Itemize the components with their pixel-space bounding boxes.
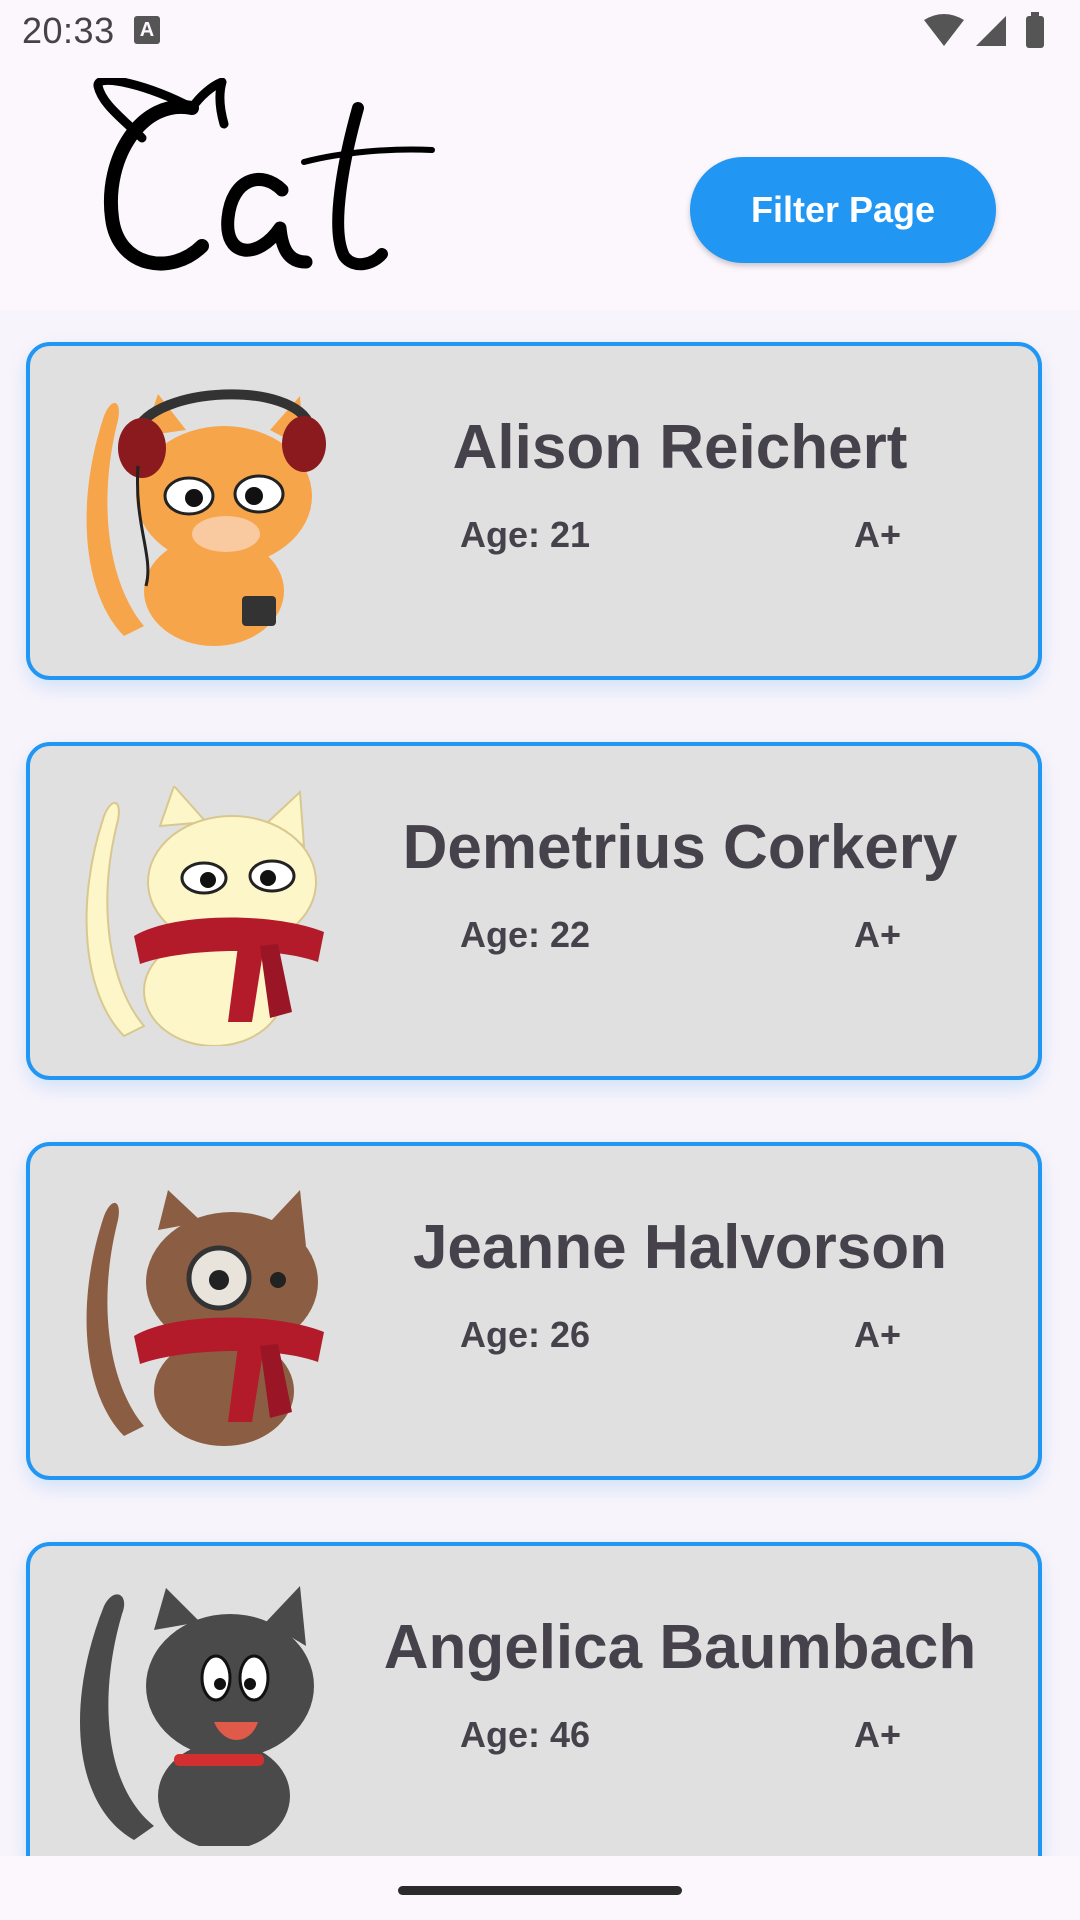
- cat-card[interactable]: Jeanne Halvorson Age: 26 A+: [26, 1142, 1042, 1480]
- list-item: Jeanne Halvorson Age: 26 A+: [0, 1110, 1080, 1510]
- cat-age: Age: 22: [460, 914, 591, 955]
- cellular-icon: [976, 16, 1006, 46]
- navigation-bar: [0, 1856, 1080, 1920]
- cat-grade: A+: [854, 1714, 902, 1755]
- filter-page-button[interactable]: Filter Page: [690, 157, 996, 263]
- list-item: Alison Reichert Age: 21 A+: [0, 310, 1080, 710]
- list-item: Demetrius Corkery Age: 22 A+: [0, 710, 1080, 1110]
- cat-logo: [93, 78, 435, 271]
- cat-card[interactable]: Demetrius Corkery Age: 22 A+: [26, 742, 1042, 1080]
- brown-cat-monocle-icon: [86, 1190, 324, 1446]
- status-time: 20:33: [22, 10, 115, 51]
- cat-card[interactable]: Angelica Baumbach Age: 46 A+: [26, 1542, 1042, 1856]
- battery-icon: [1026, 16, 1044, 48]
- cat-age: Age: 26: [460, 1314, 591, 1355]
- cat-name: Demetrius Corkery: [402, 813, 958, 882]
- status-bar: 20:33 A: [0, 0, 1080, 64]
- cat-name: Alison Reichert: [452, 413, 908, 482]
- notification-icon: A: [134, 16, 160, 44]
- orange-cat-headphones-icon: [86, 389, 326, 646]
- cat-name: Jeanne Halvorson: [412, 1213, 948, 1282]
- cat-grade: A+: [854, 1314, 902, 1355]
- wifi-icon: [924, 14, 964, 46]
- cat-name: Angelica Baumbach: [383, 1613, 977, 1682]
- cream-cat-scarf-icon: [85, 786, 324, 1046]
- cat-card[interactable]: Alison Reichert Age: 21 A+: [26, 342, 1042, 680]
- cat-age: Age: 21: [460, 514, 591, 555]
- system-status-icons: [924, 12, 1044, 48]
- list-item: Angelica Baumbach Age: 46 A+: [0, 1510, 1080, 1856]
- gray-cat-collar-icon: [80, 1586, 314, 1846]
- cat-grade: A+: [854, 514, 902, 555]
- cat-list[interactable]: Alison Reichert Age: 21 A+ Demetrius Cor: [0, 310, 1080, 1856]
- home-gesture-handle[interactable]: [398, 1886, 682, 1895]
- cat-age: Age: 46: [460, 1714, 591, 1755]
- cat-grade: A+: [854, 914, 902, 955]
